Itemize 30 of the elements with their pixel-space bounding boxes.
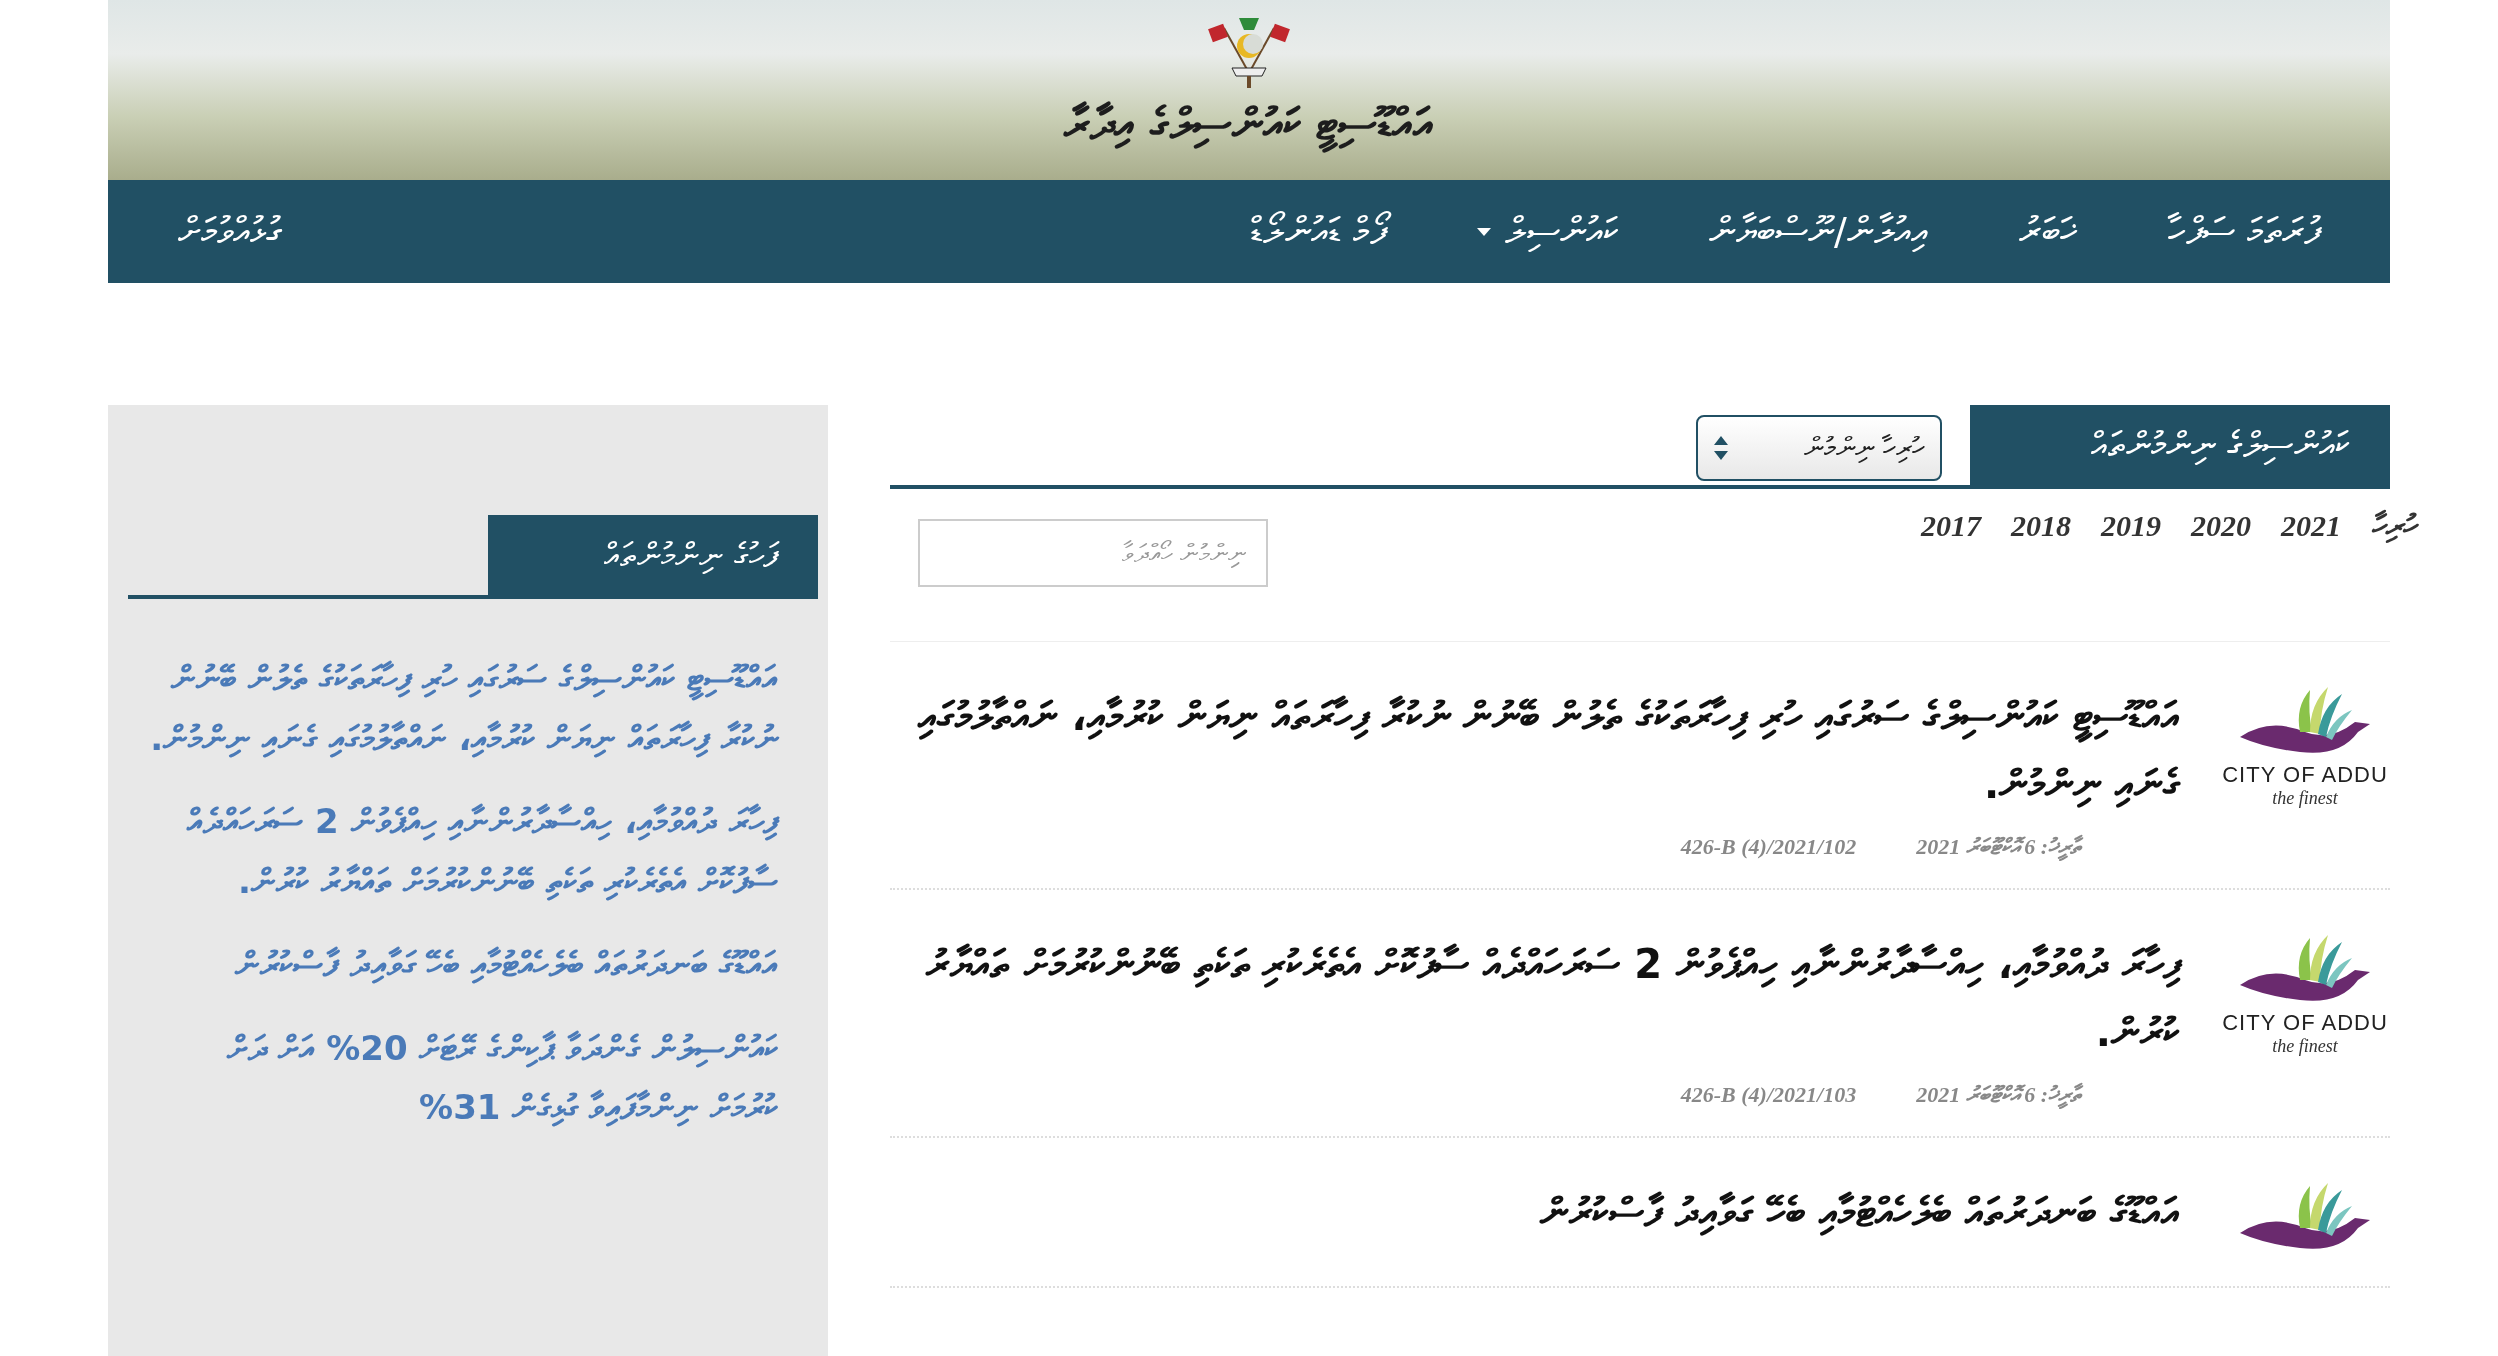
nav-link[interactable]: ކައުންސިލް [1477, 209, 1620, 254]
sidebar-link[interactable]: ކައުންސިލުން ގެންދަވާ ޕާކިންގެ ރޭޓަށް 20% އަށް ދަށް ކުރުމަށް ނިންމާފައިވާ ގުޅިގެން 31% [148, 1018, 778, 1138]
year-filter-link[interactable]: 2020 [2191, 509, 2251, 544]
decision-title[interactable]: އައްޑޫގެ ބަނދަރުތައް ބެލެހެއްޓުމާއި ބެހޭ ގަވާއިދު ފާސްކުރުން [890, 1178, 2180, 1246]
nav-link[interactable]: ޚަބަރު [2018, 209, 2078, 254]
logo-wordmark: CITY OF ADDU [2222, 762, 2388, 788]
filter-select[interactable]: ހުރިހާ ނިންމުން [1696, 415, 1942, 481]
year-filter-link[interactable]: 2019 [2101, 509, 2161, 544]
logo-tagline: the finest [2272, 1036, 2338, 1057]
decision-date: ތާރީޚު: 6 އޮކްޓޫބަރު 2021 [1916, 834, 2080, 860]
year-filter-link[interactable]: 2018 [2011, 509, 2071, 544]
decision-reference: 426-B (4)/2021/103 [1680, 1082, 1857, 1108]
year-filter-link[interactable]: 2017 [1921, 509, 1981, 544]
nav-link[interactable]: ގުޅުއްވުމަށް [178, 209, 281, 254]
sort-arrows-icon [1714, 436, 1728, 460]
sidebar-link[interactable]: އައްޑޫސިޓީ ކައުންސިލްގެ ސަރުގައި ހުރި ފިހާރަތަކުގެ ތެލުން ބޭނުން ނުކުރާ ފިހާރަތައް ނިޔަން ކުރުމާއި، ނައްތާލުމުގައި ގެނައި ނިންމުން. [148, 649, 778, 768]
decision-title[interactable]: އައްޑޫސިޓީ ކައުންސިލްގެ ސަރުގައި ހުރި ފިހާރަތަކުގެ ތެލުން ބޭނުން ނުކުރާ ފިހާރަތައް ނިޔަން ކުރުމާއި، ނައްތާލުމުގައި ގެނައި ނިންމުން. [890, 682, 2180, 818]
section-tab[interactable]: ކައުންސިލްގެ ނިންމުންތައް [1970, 405, 2390, 485]
nav-link[interactable]: ފުރަތަމަ ސަފްހާ [2167, 209, 2320, 254]
sidebar-heading: ފަހުގެ ނިންމުންތައް [488, 515, 818, 595]
decision-date: ތާރީޚު: 6 އޮކްޓޫބަރު 2021 [1916, 1082, 2080, 1108]
year-filter-link[interactable]: 2021 [2281, 509, 2341, 544]
sidebar-link[interactable]: ފިހާރަ ދުއްވުމާއި، ހިއްސާދާރުންނާއި ހިއްޕެވުން 2 ސަރަހައްދެއް ސާފުކޮށް އެތެރެކުރި ތަކެތި ބޭނުންކުރުމަށް ތައްޔާރު ކުރުން. [148, 792, 778, 911]
logo-tagline: the finest [2272, 788, 2338, 809]
caret-icon [1477, 227, 1492, 236]
sidebar-link[interactable]: އައްޑޫގެ ބަނދަރުތައް ބެލެހެއްޓުމާއި ބެހޭ ގަވާއިދު ފާސްކުރުން [148, 935, 778, 995]
decision-reference: 426-B (4)/2021/102 [1680, 834, 1857, 860]
nav-link[interactable]: އިއުލާން/ނޫސްބަޔާން [1709, 209, 1929, 254]
logo-wordmark: CITY OF ADDU [2222, 1010, 2388, 1036]
search-field[interactable]: ނިންމުން ހޯއްދަވާ [918, 519, 1268, 587]
